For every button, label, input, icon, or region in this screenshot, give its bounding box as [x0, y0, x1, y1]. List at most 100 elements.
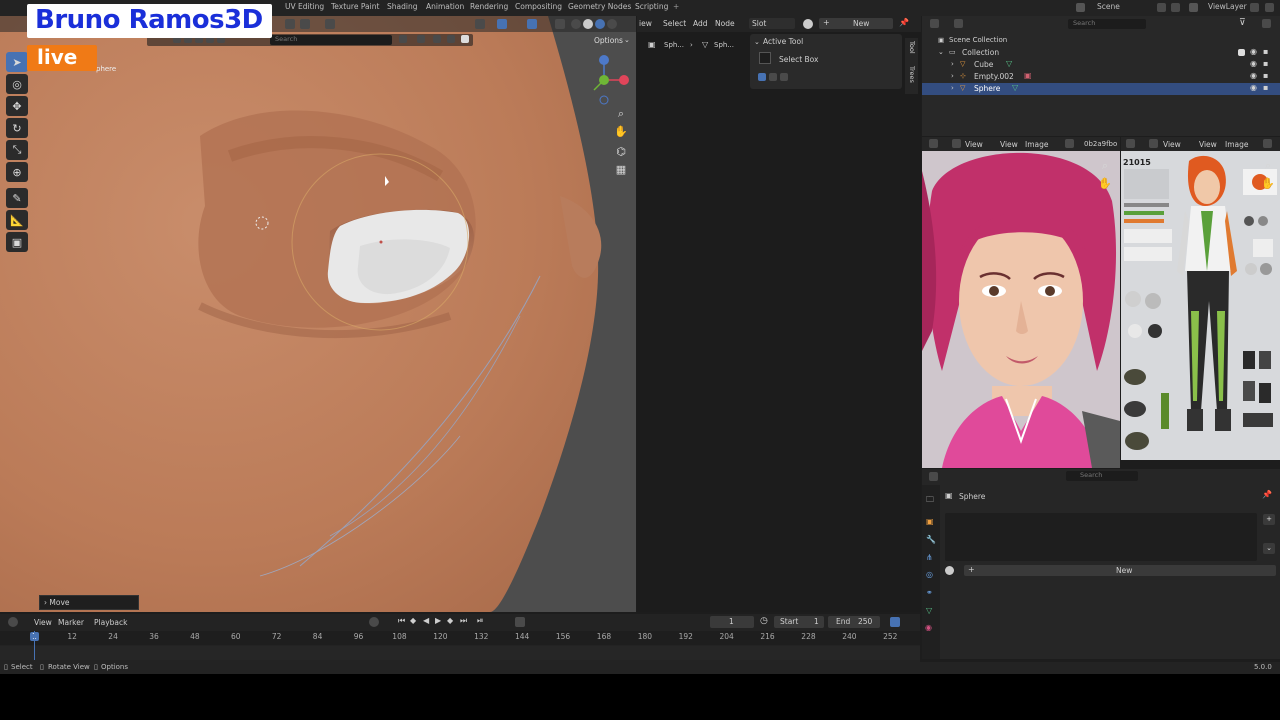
- tab-scripting[interactable]: Scripting: [635, 2, 668, 11]
- start-frame-field[interactable]: Start 1: [774, 616, 824, 628]
- keying-set-icon[interactable]: [515, 617, 525, 627]
- mode-set-icon[interactable]: [758, 73, 766, 81]
- sidebar-tab-tool[interactable]: Tool: [908, 41, 916, 54]
- play-icon[interactable]: ▶: [435, 616, 441, 625]
- add-cube-tool[interactable]: ▣: [6, 232, 28, 252]
- material-sphere-icon[interactable]: [945, 566, 954, 575]
- left-image-menu[interactable]: Image: [1025, 140, 1049, 149]
- grid-perspective-icon[interactable]: ▦: [614, 163, 628, 177]
- camera-icon[interactable]: ⌬: [614, 145, 628, 159]
- data-tab-icon[interactable]: ▽: [926, 606, 932, 615]
- menu-select[interactable]: Select: [663, 19, 686, 28]
- new-collection-icon[interactable]: [1262, 19, 1271, 28]
- menu-view[interactable]: iew: [639, 19, 652, 28]
- timeline-view-menu[interactable]: View: [34, 618, 52, 627]
- editor-type-icon[interactable]: [929, 139, 938, 148]
- breadcrumb-material[interactable]: Sph...: [714, 41, 734, 49]
- constraints-tab-icon[interactable]: ⚭: [926, 588, 933, 597]
- viewlayer-selector[interactable]: ViewLayer: [1208, 2, 1247, 11]
- tab-rendering[interactable]: Rendering: [470, 2, 508, 11]
- xray-icon[interactable]: [555, 19, 565, 29]
- 3d-viewport[interactable]: [0, 16, 636, 612]
- outliner-item-collection[interactable]: ⌄ ▭ Collection ◉ ▪: [922, 47, 1280, 59]
- physics-tab-icon[interactable]: ◎: [926, 570, 933, 579]
- image-browse-icon[interactable]: [1065, 139, 1074, 148]
- editor-type-icon[interactable]: [1126, 139, 1135, 148]
- rotate-tool[interactable]: ↻: [6, 118, 28, 138]
- material-tab-icon[interactable]: ◉: [925, 623, 932, 632]
- outliner-search-input[interactable]: Search: [1068, 19, 1146, 29]
- new-material-button[interactable]: + New: [819, 18, 893, 29]
- render-shading-icon[interactable]: [607, 19, 617, 29]
- properties-search-input[interactable]: Search: [1066, 471, 1138, 481]
- annotate-tool[interactable]: ✎: [6, 188, 28, 208]
- playhead-line[interactable]: [34, 631, 35, 660]
- image-editor-left-canvas[interactable]: ⌕ ✋: [922, 151, 1120, 468]
- new-viewlayer-icon[interactable]: [1250, 3, 1259, 12]
- outliner-item-empty[interactable]: › ⊹ Empty.002 ▣ ◉ ▪: [922, 71, 1280, 83]
- mode-icon[interactable]: [952, 139, 961, 148]
- filter-icon[interactable]: [399, 35, 407, 43]
- hand-pan-icon[interactable]: ✋: [1098, 177, 1112, 191]
- measure-tool[interactable]: 📐: [6, 210, 28, 230]
- modifier-tab-icon[interactable]: 🔧: [926, 535, 936, 544]
- overlay-icon[interactable]: [527, 19, 537, 29]
- add-workspace-icon[interactable]: +: [673, 2, 679, 11]
- outliner-editor-icon[interactable]: [930, 19, 939, 28]
- tab-geometry-nodes[interactable]: Geometry Nodes: [568, 2, 631, 11]
- hand-pan-icon[interactable]: ✋: [1261, 177, 1275, 191]
- slot-dropdown[interactable]: Slot: [749, 18, 795, 29]
- keyframe-icon[interactable]: ⏯: [477, 616, 483, 626]
- delete-scene-icon[interactable]: [1171, 3, 1180, 12]
- cursor-tool[interactable]: ◎: [6, 74, 28, 94]
- zoom-icon[interactable]: ⌕: [1098, 159, 1112, 173]
- timeline-marker-menu[interactable]: Marker: [58, 618, 84, 627]
- jump-key-back-icon[interactable]: ◆: [410, 616, 416, 625]
- end-frame-field[interactable]: End 250: [828, 616, 880, 628]
- tab-texture-paint[interactable]: Texture Paint: [331, 2, 379, 11]
- menu-node[interactable]: Node: [715, 19, 735, 28]
- tab-compositing[interactable]: Compositing: [515, 2, 562, 11]
- image-browse-icon[interactable]: [1263, 139, 1272, 148]
- right-view-menu[interactable]: View: [1163, 140, 1181, 149]
- proportional-icon[interactable]: [325, 19, 335, 29]
- camera-icon[interactable]: ▪: [1263, 59, 1268, 68]
- sidebar-tab-trees[interactable]: Trees: [908, 66, 916, 83]
- menu-add[interactable]: Add: [693, 19, 708, 28]
- left-view-menu-2[interactable]: View: [1000, 140, 1018, 149]
- camera-icon[interactable]: ▪: [1263, 83, 1268, 92]
- right-view-menu-2[interactable]: View: [1199, 140, 1217, 149]
- jump-start-icon[interactable]: ⏮: [398, 616, 405, 626]
- image-editor-right-canvas[interactable]: 21015 ⌕ ✋: [1121, 151, 1280, 460]
- left-image-name[interactable]: 0b2a9fbo: [1084, 140, 1117, 148]
- eye-icon[interactable]: ◉: [1250, 71, 1257, 80]
- object-tab-icon[interactable]: ▣: [926, 517, 934, 526]
- zoom-icon[interactable]: ⌕: [1261, 159, 1275, 173]
- list-icon[interactable]: [417, 35, 425, 43]
- shader-node-editor[interactable]: [637, 16, 921, 612]
- right-image-menu[interactable]: Image: [1225, 140, 1249, 149]
- select-box-tool[interactable]: ➤: [6, 52, 28, 72]
- camera-icon[interactable]: ▪: [1263, 47, 1268, 56]
- pin-icon[interactable]: 📌: [1262, 490, 1272, 499]
- tab-shading[interactable]: Shading: [387, 2, 417, 11]
- hand-pan-icon[interactable]: ✋: [614, 125, 628, 139]
- zoom-icon[interactable]: ⌕: [614, 107, 628, 121]
- solid-shading-icon[interactable]: [583, 19, 593, 29]
- mode-subtract-icon[interactable]: [780, 73, 788, 81]
- tab-animation[interactable]: Animation: [426, 2, 464, 11]
- slot-menu-chevron-icon[interactable]: ⌄: [1263, 543, 1275, 554]
- delete-viewlayer-icon[interactable]: [1265, 3, 1274, 12]
- transform-tool[interactable]: ⊕: [6, 162, 28, 182]
- snap-icon[interactable]: [300, 19, 310, 29]
- display-mode-icon[interactable]: [954, 19, 963, 28]
- wireframe-shading-icon[interactable]: [571, 19, 581, 29]
- breadcrumb-object[interactable]: Sph...: [664, 41, 684, 49]
- auto-keying-icon[interactable]: [890, 617, 900, 627]
- new-scene-icon[interactable]: [1157, 3, 1166, 12]
- scale-tool[interactable]: ⤡: [6, 140, 28, 160]
- visibility-icon[interactable]: [475, 19, 485, 29]
- particles-tab-icon[interactable]: ⋔: [926, 553, 933, 562]
- add-slot-icon[interactable]: +: [1263, 514, 1275, 525]
- outliner-scene-collection[interactable]: ▣ Scene Collection: [922, 35, 1280, 47]
